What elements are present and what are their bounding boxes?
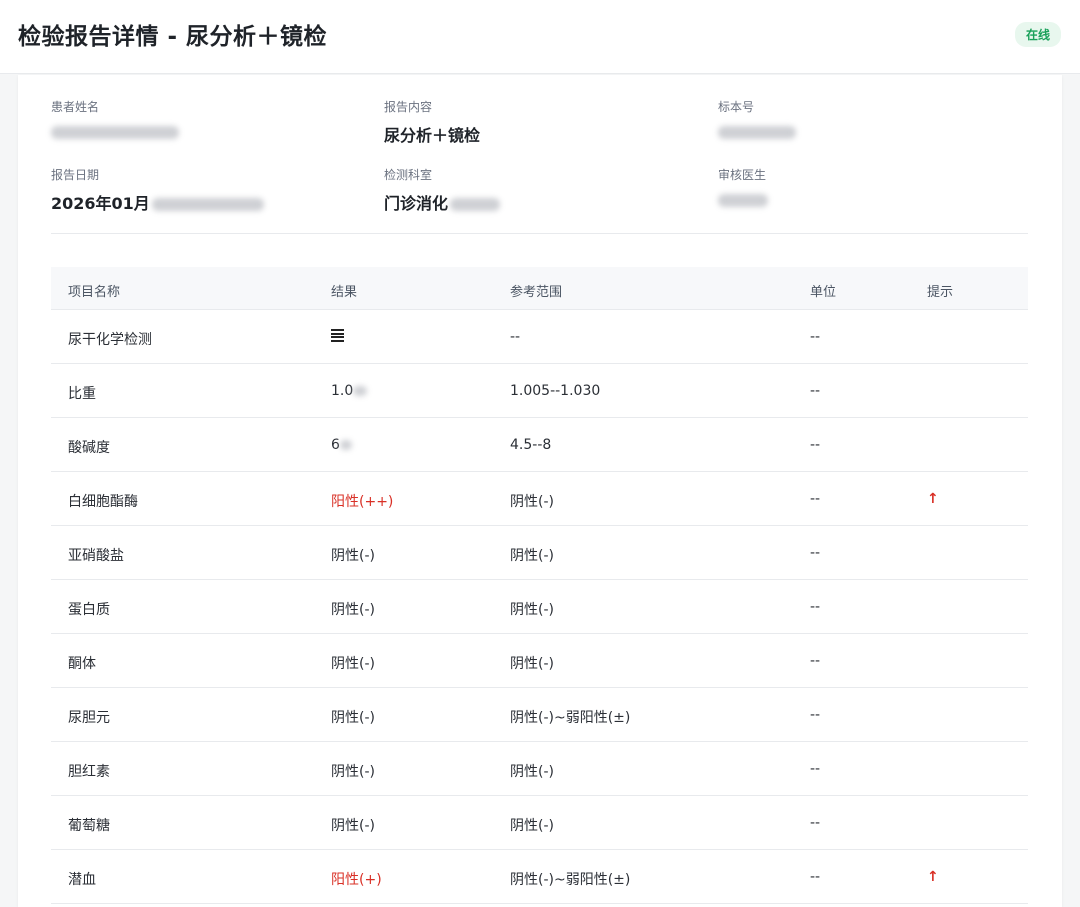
item-name: 尿干化学检测 — [68, 332, 152, 348]
reviewer-label: 审核医生 — [718, 168, 767, 182]
item-reference: 阴性(-) — [510, 548, 554, 564]
item-result: 阴性(-) — [331, 764, 375, 780]
arrow-up-icon: ↑ — [927, 491, 939, 507]
patient-name-label: 患者姓名 — [51, 100, 100, 114]
item-result: 阴性(-) — [331, 548, 375, 564]
header-result: 结果 — [331, 285, 358, 300]
item-name: 葡萄糖 — [68, 818, 110, 834]
table-header: 项目名称 结果 参考范围 单位 提示 — [51, 267, 1028, 310]
item-result: 阳性(++) — [331, 494, 394, 510]
item-reference: 阴性(-)~弱阳性(±) — [510, 872, 631, 888]
report-card: 患者姓名 报告内容 尿分析＋镜检 标本号 报告日期 2026年01月 检测科室 … — [18, 75, 1062, 907]
item-name: 酸碱度 — [68, 440, 110, 456]
table-row: 白细胞酯酶 阳性(++) 阴性(-) -- ↑ — [51, 472, 1028, 526]
item-result: 6 — [331, 437, 352, 453]
item-name: 胆红素 — [68, 764, 110, 780]
table-row: 潜血 阳性(+) 阴性(-)~弱阳性(±) -- ↑ — [51, 850, 1028, 904]
table-row: 亚硝酸盐 阴性(-) 阴性(-) -- — [51, 526, 1028, 580]
redacted-blur — [51, 126, 179, 139]
item-reference: 阴性(-) — [510, 818, 554, 834]
department-label: 检测科室 — [384, 168, 433, 182]
report-content-field: 报告内容 尿分析＋镜检 — [384, 98, 480, 146]
item-reference: 阴性(-) — [510, 764, 554, 780]
item-reference: 1.005--1.030 — [510, 383, 601, 399]
table-row: 尿胆元 阴性(-) 阴性(-)~弱阳性(±) -- — [51, 688, 1028, 742]
header-reference: 参考范围 — [510, 285, 563, 300]
item-result: 阴性(-) — [331, 656, 375, 672]
status-badge: 在线 — [1014, 22, 1061, 47]
item-reference: 阴性(-) — [510, 602, 554, 618]
table-row: 胆红素 阴性(-) 阴性(-) -- — [51, 742, 1028, 796]
item-name: 酮体 — [68, 656, 96, 672]
patient-name-value — [51, 122, 179, 141]
patient-name-field: 患者姓名 — [51, 98, 179, 141]
table-row: 蛋白质 阴性(-) 阴性(-) -- — [51, 580, 1028, 634]
item-unit: -- — [810, 653, 821, 669]
item-reference: 阴性(-) — [510, 656, 554, 672]
item-reference: 阴性(-) — [510, 494, 554, 510]
item-result: 阴性(-) — [331, 818, 375, 834]
table-row: 酸碱度 6 4.5--8 -- — [51, 418, 1028, 472]
table-row: 酮体 阴性(-) 阴性(-) -- — [51, 634, 1028, 688]
arrow-up-icon: ↑ — [927, 869, 939, 885]
item-result: 阴性(-) — [331, 710, 375, 726]
item-reference: 4.5--8 — [510, 437, 552, 453]
table-row: 葡萄糖 阴性(-) 阴性(-) -- — [51, 796, 1028, 850]
redacted-blur — [718, 126, 796, 139]
item-result: 阳性(+) — [331, 872, 382, 888]
reviewer-field: 审核医生 — [718, 166, 768, 209]
specimen-no-value — [718, 122, 796, 141]
redacted-blur — [353, 386, 368, 396]
page-title: 检验报告详情 - 尿分析＋镜检 — [18, 24, 328, 50]
item-unit: -- — [810, 329, 821, 345]
item-unit: -- — [810, 545, 821, 561]
report-date-field: 报告日期 2026年01月 — [51, 166, 264, 214]
table-row: 比重 1.0 1.005--1.030 -- — [51, 364, 1028, 418]
item-name: 蛋白质 — [68, 602, 110, 618]
item-name: 潜血 — [68, 872, 96, 888]
item-unit: -- — [810, 491, 821, 507]
redacted-blur — [718, 194, 768, 207]
table-row: 尿干化学检测 -- -- — [51, 310, 1028, 364]
department-field: 检测科室 门诊消化 — [384, 166, 501, 214]
redacted-blur — [339, 440, 352, 450]
item-unit: -- — [810, 761, 821, 777]
item-unit: -- — [810, 815, 821, 831]
item-result: 1.0 — [331, 383, 368, 399]
item-name: 亚硝酸盐 — [68, 548, 124, 564]
redacted-blur — [151, 198, 264, 211]
divider — [51, 233, 1028, 234]
item-reference: 阴性(-)~弱阳性(±) — [510, 710, 631, 726]
top-bar: 检验报告详情 - 尿分析＋镜检 在线 — [0, 0, 1080, 74]
report-date-label: 报告日期 — [51, 168, 100, 182]
item-unit: -- — [810, 383, 821, 399]
item-name: 比重 — [68, 386, 96, 402]
list-lines-icon — [331, 329, 344, 343]
item-result: 阴性(-) — [331, 602, 375, 618]
redacted-blur — [450, 198, 501, 211]
report-date-value: 2026年01月 — [51, 190, 264, 214]
report-content-label: 报告内容 — [384, 100, 433, 114]
item-name: 尿胆元 — [68, 710, 110, 726]
specimen-no-label: 标本号 — [718, 100, 755, 114]
item-name: 白细胞酯酶 — [68, 494, 138, 510]
department-value: 门诊消化 — [384, 190, 501, 214]
item-unit: -- — [810, 599, 821, 615]
reviewer-value — [718, 190, 768, 209]
item-unit: -- — [810, 707, 821, 723]
report-content-value: 尿分析＋镜检 — [384, 126, 481, 145]
item-unit: -- — [810, 437, 821, 453]
item-reference: -- — [510, 329, 521, 345]
item-result — [331, 329, 344, 347]
item-unit: -- — [810, 869, 821, 885]
header-item-name: 项目名称 — [68, 285, 121, 300]
header-hint: 提示 — [927, 285, 954, 300]
specimen-no-field: 标本号 — [718, 98, 796, 141]
results-table: 项目名称 结果 参考范围 单位 提示 尿干化学检测 -- -- 比重 1.0 1… — [51, 267, 1028, 904]
header-unit: 单位 — [810, 285, 837, 300]
